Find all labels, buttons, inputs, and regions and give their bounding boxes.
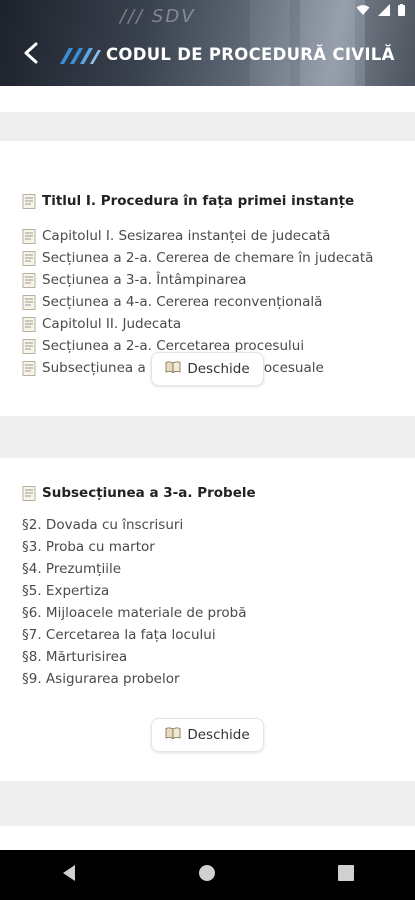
nav-home-button[interactable]: [177, 850, 237, 900]
list-item-label: Secțiunea a 4-a. Cererea reconvențională: [42, 294, 323, 310]
list-item: §3. Proba cu martor: [22, 539, 155, 555]
document-icon: [22, 485, 36, 501]
document-icon: [22, 316, 36, 332]
signal-icon: [378, 4, 390, 16]
card-title: Titlul I. Procedura în fața primei insta…: [42, 193, 355, 209]
document-icon: [22, 228, 36, 244]
list-item: §6. Mijloacele materiale de probă: [22, 605, 246, 621]
document-icon: [22, 250, 36, 266]
document-icon: [22, 193, 36, 209]
list-item: Secțiunea a 3-a. Întâmpinarea: [22, 272, 246, 288]
list-item-label: §7. Cercetarea la fața locului: [22, 627, 216, 643]
section-card: Subsecțiunea a 3-a. Probele §2. Dovada c…: [0, 458, 415, 781]
list-item: §7. Cercetarea la fața locului: [22, 627, 216, 643]
list-item-label: §2. Dovada cu înscrisuri: [22, 517, 184, 533]
top-card-remnant: [0, 86, 415, 112]
list-item-label: §3. Proba cu martor: [22, 539, 155, 555]
nav-home-icon: [198, 864, 216, 886]
list-item: Secțiunea a 4-a. Cererea reconvențională: [22, 294, 322, 310]
list-item-label: Capitolul I. Sesizarea instanței de jude…: [42, 228, 331, 244]
card-title-row: Subsecțiunea a 3-a. Probele: [22, 485, 256, 501]
list-item-label: Secțiunea a 3-a. Întâmpinarea: [42, 272, 247, 288]
section-card-partial: [0, 826, 415, 850]
open-book-icon: [165, 727, 181, 743]
nav-back-button[interactable]: [39, 850, 99, 900]
document-icon: [22, 294, 36, 310]
open-button-label: Deschide: [187, 361, 250, 377]
background-building: [250, 0, 290, 86]
list-item: Capitolul I. Sesizarea instanței de jude…: [22, 228, 330, 244]
list-item: §5. Expertiza: [22, 583, 109, 599]
list-item: §2. Dovada cu înscrisuri: [22, 517, 183, 533]
card-title-row: Titlul I. Procedura în fața primei insta…: [22, 193, 354, 209]
document-icon: [22, 338, 36, 354]
back-arrow-icon: [23, 42, 39, 68]
list-item: Secțiunea a 2-a. Cererea de chemare în j…: [22, 250, 373, 266]
background-building: [300, 0, 355, 86]
list-item: Capitolul II. Judecata: [22, 316, 181, 332]
app-logo-icon: [60, 46, 102, 70]
wifi-icon: [356, 4, 370, 16]
nav-recents-button[interactable]: [316, 850, 376, 900]
battery-icon: [398, 4, 405, 16]
status-logo: /// SDV: [120, 6, 196, 27]
open-button[interactable]: Deschide: [151, 718, 264, 752]
list-item: §4. Prezumțiile: [22, 561, 121, 577]
open-button[interactable]: Deschide: [151, 352, 264, 386]
list-item-label: Capitolul II. Judecata: [42, 316, 182, 332]
content-area: Titlul I. Procedura în fața primei insta…: [0, 86, 415, 850]
document-icon: [22, 360, 36, 376]
list-item-label: §5. Expertiza: [22, 583, 110, 599]
nav-back-icon: [61, 864, 77, 886]
list-item: §9. Asigurarea probelor: [22, 671, 180, 687]
card-title: Subsecțiunea a 3-a. Probele: [42, 485, 256, 501]
back-button[interactable]: [18, 40, 44, 70]
open-book-icon: [165, 361, 181, 377]
page-title: CODUL DE PROCEDURĂ CIVILĂ: [106, 45, 395, 64]
list-item-label: §8. Mărturisirea: [22, 649, 128, 665]
app-header: /// SDV CODUL DE PROCEDURĂ CIVILĂ: [0, 0, 415, 86]
open-button-label: Deschide: [187, 727, 250, 743]
status-icons: [356, 4, 405, 16]
list-item: §8. Mărturisirea: [22, 649, 127, 665]
list-item-label: Secțiunea a 2-a. Cererea de chemare în j…: [42, 250, 374, 266]
list-item-label: §6. Mijloacele materiale de probă: [22, 605, 247, 621]
document-icon: [22, 272, 36, 288]
nav-recents-icon: [337, 865, 354, 885]
list-item-label: §4. Prezumțiile: [22, 561, 122, 577]
section-card: Titlul I. Procedura în fața primei insta…: [0, 141, 415, 416]
system-nav-bar: [0, 850, 415, 900]
list-item-label: §9. Asigurarea probelor: [22, 671, 180, 687]
